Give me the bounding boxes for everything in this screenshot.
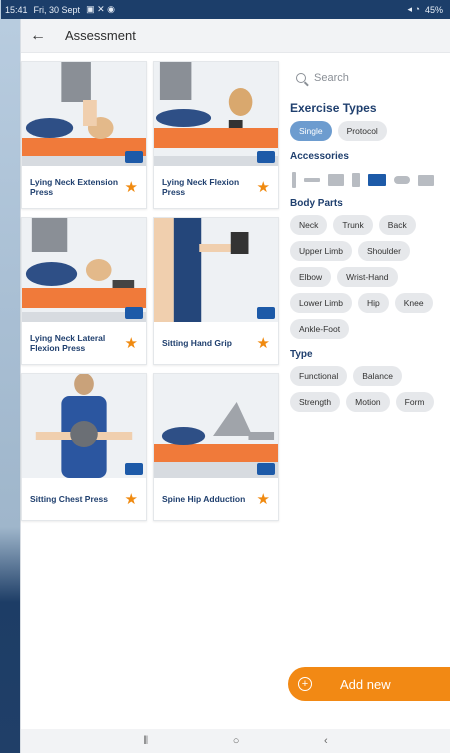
- type-heading: Type: [290, 349, 313, 360]
- pad-icon: [257, 307, 275, 319]
- pad-icon: [125, 307, 143, 319]
- status-date: Fri, 30 Sept: [33, 4, 81, 15]
- exercise-image: [22, 374, 146, 478]
- chip-functional[interactable]: Functional: [290, 366, 348, 386]
- chip-trunk[interactable]: Trunk: [333, 215, 373, 235]
- back-arrow-icon[interactable]: ←: [29, 27, 47, 45]
- add-new-label: Add new: [340, 676, 391, 692]
- chip-knee[interactable]: Knee: [394, 293, 433, 313]
- favorite-star-icon[interactable]: ★: [257, 178, 270, 196]
- exercise-types-heading: Exercise Types: [290, 101, 377, 115]
- favorite-star-icon[interactable]: ★: [257, 490, 270, 508]
- board-icon[interactable]: [352, 173, 360, 187]
- recent-apps-icon[interactable]: ⦀: [143, 735, 148, 748]
- exercise-title: Spine Hip Adduction: [162, 493, 246, 504]
- status-time: 15:41: [5, 4, 28, 15]
- app-window: 15:41 Fri, 30 Sept ▣ ✕ ◉ ◂ ◔ 45% ← Asses…: [1, 0, 450, 753]
- pad-icon: [125, 463, 143, 475]
- exercise-card[interactable]: Sitting Chest Press ★: [21, 373, 147, 521]
- chip-motion[interactable]: Motion: [346, 392, 390, 412]
- exercise-types-chips: Single Protocol: [290, 121, 450, 141]
- band-icon[interactable]: [394, 176, 410, 184]
- roller-icon[interactable]: [292, 172, 296, 188]
- chip-back[interactable]: Back: [378, 215, 416, 235]
- exercise-image: [154, 218, 278, 322]
- bar-icon[interactable]: [304, 178, 320, 182]
- body-parts-chips: Neck Trunk Back Upper Limb Shoulder Elbo…: [290, 215, 450, 339]
- exercise-card[interactable]: Lying Neck Flexion Press ★: [153, 61, 279, 209]
- status-bar: 15:41 Fri, 30 Sept ▣ ✕ ◉ ◂ ◔ 45%: [1, 0, 450, 19]
- exercise-image: [154, 62, 278, 166]
- pad-icon: [257, 463, 275, 475]
- mat-icon[interactable]: [418, 174, 434, 186]
- exercise-image: [154, 374, 278, 478]
- chip-balance[interactable]: Balance: [353, 366, 402, 386]
- search-icon: [296, 73, 306, 83]
- battery-level: 45%: [424, 4, 443, 15]
- chip-wrist-hand[interactable]: Wrist-Hand: [337, 267, 398, 287]
- chip-ankle-foot[interactable]: Ankle-Foot: [290, 319, 350, 339]
- exercise-title: Lying Neck Lateral Flexion Press: [30, 332, 106, 353]
- search-input[interactable]: Search: [290, 63, 450, 93]
- exercise-title: Lying Neck Extension Press: [30, 176, 119, 197]
- exercise-card[interactable]: Spine Hip Adduction ★: [153, 373, 279, 521]
- pad-icon[interactable]: [368, 174, 386, 186]
- app-bar: ← Assessment: [21, 19, 450, 53]
- exercise-title: Sitting Chest Press: [30, 493, 108, 504]
- exercise-title: Sitting Hand Grip: [162, 337, 232, 348]
- accessories-heading: Accessories: [290, 151, 349, 162]
- exercise-card[interactable]: Lying Neck Lateral Flexion Press ★: [21, 217, 147, 365]
- filter-panel: Search Exercise Types Single Protocol Ac…: [286, 53, 450, 729]
- chip-form[interactable]: Form: [395, 392, 434, 412]
- main-content: Lying Neck Extension Press ★ Lying Neck …: [21, 53, 450, 729]
- page-title: Assessment: [65, 28, 136, 43]
- block-icon[interactable]: [328, 174, 344, 186]
- exercise-image: [22, 218, 146, 322]
- signal-icon: ◂ ◔: [407, 4, 420, 14]
- notification-icon: ▣ ✕ ◉: [86, 4, 115, 14]
- favorite-star-icon[interactable]: ★: [257, 334, 270, 352]
- system-nav-bar: ⦀ ○ ‹: [21, 729, 450, 753]
- favorite-star-icon[interactable]: ★: [125, 334, 138, 352]
- add-new-button[interactable]: + Add new: [288, 667, 450, 701]
- chip-neck[interactable]: Neck: [290, 215, 328, 235]
- exercise-image: [22, 62, 146, 166]
- chip-upper-limb[interactable]: Upper Limb: [290, 241, 352, 261]
- chip-shoulder[interactable]: Shoulder: [357, 241, 410, 261]
- chip-protocol[interactable]: Protocol: [337, 121, 387, 141]
- body-parts-heading: Body Parts: [290, 198, 343, 209]
- favorite-star-icon[interactable]: ★: [125, 490, 138, 508]
- pad-icon: [125, 151, 143, 163]
- back-nav-icon[interactable]: ‹: [324, 735, 328, 747]
- exercise-grid: Lying Neck Extension Press ★ Lying Neck …: [21, 53, 286, 729]
- chip-lower-limb[interactable]: Lower Limb: [290, 293, 352, 313]
- chip-hip[interactable]: Hip: [357, 293, 389, 313]
- plus-icon: +: [298, 677, 312, 691]
- accessories-list: [290, 172, 450, 188]
- pad-icon: [257, 151, 275, 163]
- favorite-star-icon[interactable]: ★: [125, 178, 138, 196]
- chip-elbow[interactable]: Elbow: [290, 267, 332, 287]
- background-photo-edge: [0, 0, 22, 753]
- home-icon[interactable]: ○: [233, 735, 240, 747]
- exercise-card[interactable]: Lying Neck Extension Press ★: [21, 61, 147, 209]
- exercise-title: Lying Neck Flexion Press: [162, 176, 240, 197]
- chip-single[interactable]: Single: [290, 121, 332, 141]
- type-chips: Functional Balance Strength Motion Form: [290, 366, 450, 412]
- chip-strength[interactable]: Strength: [290, 392, 341, 412]
- exercise-card[interactable]: Sitting Hand Grip ★: [153, 217, 279, 365]
- search-placeholder: Search: [314, 72, 349, 84]
